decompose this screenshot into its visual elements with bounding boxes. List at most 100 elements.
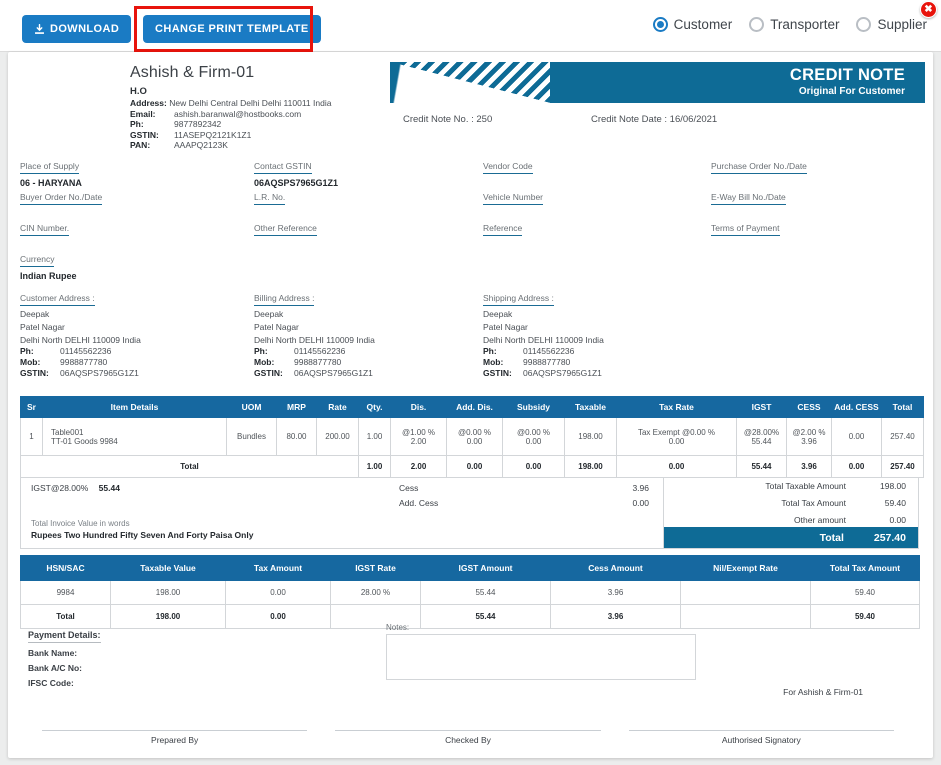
top-toolbar: DOWNLOAD CHANGE PRINT TEMPLATE Customer … (0, 0, 941, 52)
cell-add-dis-pct: @0.00 % (457, 427, 492, 437)
cell-subsidy: @0.00 % 0.00 (502, 417, 565, 456)
document-type-banner: CREDIT NOTE Original For Customer (390, 62, 925, 103)
summary-cess-row: Cess 3.96 (399, 483, 649, 493)
company-address: Address: New Delhi Central Delhi Delhi 1… (130, 98, 400, 108)
th-hsn-sac: HSN/SAC (20, 555, 111, 581)
customer-address-city: Delhi North DELHI 110009 India (20, 335, 141, 345)
th-mrp: MRP (276, 396, 317, 418)
cell-dis-amt: 2.00 (410, 436, 427, 446)
field-lr-no: L.R. No. (254, 187, 286, 209)
items-total-subsidy: 0.00 (502, 455, 565, 478)
signature-checked-by: Checked By (321, 730, 614, 745)
for-firm-text: For Ashish & Firm-01 (783, 687, 863, 697)
customer-address-street: Patel Nagar (20, 322, 65, 332)
download-button[interactable]: DOWNLOAD (22, 15, 132, 43)
summary-igst-label: IGST@28.00% (31, 483, 89, 493)
billing-address-name: Deepak (254, 309, 284, 319)
table-row: 9984 198.00 0.00 28.00 % 55.44 3.96 59.4… (20, 580, 920, 605)
customer-gstin-key: GSTIN: (20, 368, 49, 378)
radio-option-transporter[interactable]: Transporter (749, 17, 839, 32)
th-hsn-nil-exempt: Nil/Exempt Rate (680, 555, 811, 581)
billing-address-heading: Billing Address : (254, 293, 315, 306)
customer-gstin-value: 06AQSPS7965G1Z1 (60, 368, 139, 378)
radio-supplier-indicator[interactable] (856, 17, 872, 32)
company-email-value: ashish.baranwal@hostbooks.com (174, 108, 302, 119)
th-subsidy: Subsidy (502, 396, 565, 418)
th-cess: CESS (786, 396, 832, 418)
hsn-cell-tax-amount: 0.00 (225, 580, 331, 605)
company-address-label: Address: (130, 98, 167, 108)
summary-cess-label: Cess (399, 483, 419, 493)
signature-row: Prepared By Checked By Authorised Signat… (28, 730, 908, 745)
hsn-cell-igst-amount: 55.44 (420, 580, 551, 605)
summary-other-amount-value: 0.00 (889, 514, 906, 525)
company-branch: H.O (130, 86, 147, 97)
field-reference: Reference (483, 218, 523, 240)
field-lr-no-label: L.R. No. (254, 192, 286, 205)
hsn-table-header-row: HSN/SAC Taxable Value Tax Amount IGST Ra… (20, 555, 920, 581)
company-pan-row: PAN: AAAPQ2123K (130, 140, 400, 150)
items-total-tax-rate: 0.00 (616, 455, 737, 478)
cell-add-cess: 0.00 (831, 417, 882, 456)
company-address-value: New Delhi Central Delhi Delhi 110011 Ind… (169, 98, 332, 108)
summary-igst-line: IGST@28.00% 55.44 (31, 483, 120, 493)
cell-sr: 1 (20, 417, 43, 456)
shipping-address-gstin: GSTIN: 06AQSPS7965G1Z1 (483, 368, 604, 378)
billing-ph-value: 01145562236 (294, 346, 346, 356)
company-email-row: Email: ashish.baranwal@hostbooks.com (130, 109, 400, 119)
hsn-cell-total-tax: 59.40 (810, 580, 920, 605)
summary-add-cess-row: Add. Cess 0.00 (399, 498, 649, 508)
shipping-ph-value: 01145562236 (523, 346, 575, 356)
hsn-cell-taxable: 198.00 (110, 580, 226, 605)
radio-transporter-indicator[interactable] (749, 17, 765, 32)
credit-note-date: Credit Note Date : 16/06/2021 (591, 114, 718, 125)
cell-subsidy-amt: 0.00 (525, 436, 542, 446)
th-taxable: Taxable (564, 396, 617, 418)
shipping-address-heading: Shipping Address : (483, 293, 554, 306)
th-hsn-tax-amount: Tax Amount (225, 555, 331, 581)
th-total: Total (881, 396, 924, 418)
customer-address-heading: Customer Address : (20, 293, 95, 306)
field-vehicle-number-label: Vehicle Number (483, 192, 544, 205)
cell-dis: @1.00 % 2.00 (390, 417, 447, 456)
field-contact-gstin-label: Contact GSTIN (254, 161, 312, 174)
shipping-gstin-key: GSTIN: (483, 368, 512, 378)
field-terms-of-payment: Terms of Payment (711, 218, 780, 240)
diagonal-stripes-decoration (390, 62, 550, 103)
company-email-key: Email: (130, 108, 156, 119)
signature-checked-by-label: Checked By (445, 735, 491, 745)
cell-total: 257.40 (881, 417, 924, 456)
field-contact-gstin: Contact GSTIN 06AQSPS7965G1Z1 (254, 156, 338, 188)
radio-customer-indicator[interactable] (652, 17, 668, 32)
field-eway-bill-label: E-Way Bill No./Date (711, 192, 786, 205)
hsn-cell-sac: 9984 (20, 580, 111, 605)
radio-option-supplier[interactable]: Supplier (856, 17, 927, 32)
field-eway-bill: E-Way Bill No./Date (711, 187, 786, 209)
cell-taxable: 198.00 (564, 417, 617, 456)
hsn-cell-cess-amount: 3.96 (550, 580, 681, 605)
billing-address-mob: Mob: 9988877780 (254, 357, 375, 367)
customer-address-name: Deepak (20, 309, 50, 319)
customer-mob-key: Mob: (20, 357, 41, 367)
customer-mob-value: 9988877780 (60, 357, 108, 367)
radio-transporter-label: Transporter (770, 17, 840, 32)
change-print-template-button[interactable]: CHANGE PRINT TEMPLATE (143, 15, 321, 43)
billing-address-city: Delhi North DELHI 110009 India (254, 335, 375, 345)
summary-igst-value: 55.44 (98, 483, 120, 493)
close-icon[interactable]: ✖ (920, 1, 937, 18)
billing-gstin-value: 06AQSPS7965G1Z1 (294, 368, 373, 378)
th-hsn-igst-amount: IGST Amount (420, 555, 551, 581)
customer-address-gstin: GSTIN: 06AQSPS7965G1Z1 (20, 368, 141, 378)
field-vendor-code: Vendor Code (483, 156, 533, 178)
items-total-row: Total 1.00 2.00 0.00 0.00 198.00 0.00 55… (20, 455, 924, 478)
billing-address-street: Patel Nagar (254, 322, 299, 332)
signature-rule (628, 730, 894, 731)
company-pan-value: AAAPQ2123K (174, 140, 228, 150)
cell-cess-amt: 3.96 (801, 436, 817, 446)
summary-grand-total-value: 257.40 (873, 531, 906, 544)
cell-cess-pct: @2.00 % (792, 427, 826, 437)
cell-add-dis-amt: 0.00 (466, 436, 483, 446)
cell-igst: @28.00% 55.44 (736, 417, 787, 456)
field-currency: Currency Indian Rupee (20, 249, 77, 281)
radio-option-customer[interactable]: Customer (652, 17, 732, 32)
